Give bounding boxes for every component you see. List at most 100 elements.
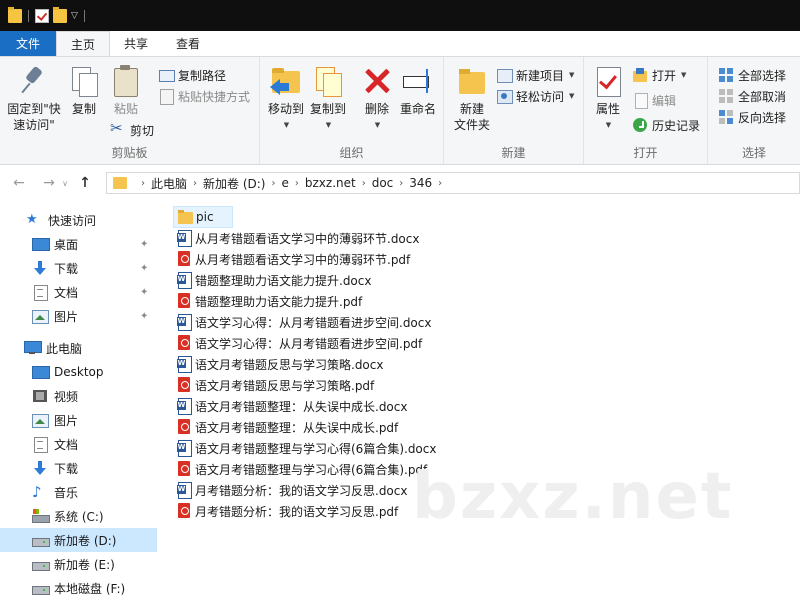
chevron-down-icon[interactable]: ∨ — [60, 172, 70, 194]
cut-button[interactable]: 剪切 — [110, 119, 154, 140]
chevron-right-icon[interactable]: › — [432, 178, 448, 189]
paste-shortcut-button[interactable]: 粘贴快捷方式 — [158, 86, 250, 106]
list-item[interactable]: 语文月考错题整理与学习心得(6篇合集).docx — [173, 437, 440, 459]
new-folder-button[interactable]: 新建 文件夹 — [450, 65, 494, 133]
properties-icon — [592, 65, 624, 97]
edit-button[interactable]: 编辑 — [632, 90, 676, 110]
open-button[interactable]: 打开 ▼ — [632, 65, 686, 85]
ribbon-tabs: 文件 主页 共享 查看 — [0, 31, 800, 56]
word-document-icon — [177, 272, 192, 289]
pin-to-quick-access-button[interactable]: 固定到"快 速访问" — [6, 65, 62, 133]
breadcrumb-segment[interactable]: doc — [372, 176, 394, 190]
pin-icon — [18, 65, 50, 97]
clipboard-group: 固定到"快 速访问" 复制 粘贴 复制路径 粘贴快捷方式 剪切 剪贴板 — [0, 57, 260, 164]
select-none-button[interactable]: 全部取消 — [718, 86, 786, 106]
tab-file[interactable]: 文件 — [0, 31, 57, 56]
sidebar-item-drive-d[interactable]: 新加卷 (D:) — [0, 528, 157, 552]
chevron-right-icon[interactable]: › — [265, 178, 281, 189]
copy-to-icon — [312, 65, 344, 97]
chevron-right-icon[interactable]: › — [356, 178, 372, 189]
copy-path-icon — [158, 67, 175, 83]
invert-selection-button[interactable]: 反向选择 — [718, 107, 786, 127]
back-arrow-icon[interactable]: ← — [8, 172, 30, 194]
breadcrumb-segment[interactable]: e — [281, 176, 288, 190]
sidebar-item-drive-f[interactable]: 本地磁盘 (F:) — [0, 576, 157, 600]
new-item-button[interactable]: 新建项目 ▼ — [496, 65, 574, 85]
breadcrumb-segment[interactable]: 此电脑 — [151, 175, 187, 192]
list-item[interactable]: 语文月考错题整理：从失误中成长.pdf — [173, 416, 402, 438]
properties-button[interactable]: 属性 ▼ — [590, 65, 626, 133]
list-item[interactable]: 从月考错题看语文学习中的薄弱环节.pdf — [173, 248, 414, 270]
scissors-icon — [110, 119, 126, 138]
sidebar-item-documents-pc[interactable]: 文档 — [0, 432, 157, 456]
rename-button[interactable]: 重命名 — [396, 65, 440, 117]
breadcrumb-segment[interactable]: 346 — [409, 176, 432, 190]
move-to-button[interactable]: 移动到 ▼ — [266, 65, 306, 133]
list-item[interactable]: 错题整理助力语文能力提升.pdf — [173, 290, 366, 312]
sidebar-item-videos[interactable]: 视频 — [0, 384, 157, 408]
list-item[interactable]: 月考错题分析：我的语文学习反思.docx — [173, 479, 411, 501]
sidebar-item-quick-access[interactable]: ★ 快速访问 — [0, 208, 157, 232]
paste-button[interactable]: 粘贴 — [108, 65, 144, 117]
toolbar-divider — [28, 9, 29, 22]
copy-button[interactable]: 复制 — [66, 65, 102, 117]
system-drive-icon — [32, 509, 50, 523]
list-item[interactable]: 月考错题分析：我的语文学习反思.pdf — [173, 500, 402, 522]
select-all-button[interactable]: 全部选择 — [718, 65, 786, 85]
list-item[interactable]: 语文月考错题整理与学习心得(6篇合集).pdf — [173, 458, 431, 480]
sidebar-item-downloads-pc[interactable]: 下载 — [0, 456, 157, 480]
list-item[interactable]: 错题整理助力语文能力提升.docx — [173, 269, 375, 291]
document-icon — [32, 437, 48, 453]
chevron-down-icon[interactable]: ▽ — [71, 11, 78, 21]
tab-share[interactable]: 共享 — [110, 31, 162, 56]
chevron-right-icon[interactable]: › — [135, 178, 151, 189]
sidebar-item-documents[interactable]: 文档 ✦ — [0, 280, 157, 304]
desktop-icon — [32, 365, 50, 379]
new-group: 新建 文件夹 新建项目 ▼ 轻松访问 ▼ 新建 — [444, 57, 584, 164]
chevron-right-icon[interactable]: › — [393, 178, 409, 189]
pin-icon: ✦ — [140, 238, 149, 250]
folder-icon[interactable] — [8, 6, 22, 23]
pin-icon: ✦ — [140, 310, 149, 322]
list-item[interactable]: 语文月考错题反思与学习策略.pdf — [173, 374, 378, 396]
history-button[interactable]: 历史记录 — [632, 115, 700, 135]
sidebar-item-this-pc[interactable]: 此电脑 — [0, 336, 157, 360]
list-item[interactable]: 从月考错题看语文学习中的薄弱环节.docx — [173, 227, 423, 249]
sidebar-item-pictures-pc[interactable]: 图片 — [0, 408, 157, 432]
word-document-icon — [177, 440, 192, 457]
list-item[interactable]: 语文月考错题整理：从失误中成长.docx — [173, 395, 411, 417]
sidebar-item-desktop[interactable]: 桌面 ✦ — [0, 232, 157, 256]
chevron-right-icon[interactable]: › — [187, 178, 203, 189]
list-item[interactable]: 语文学习心得：从月考错题看进步空间.docx — [173, 311, 435, 333]
sidebar-item-music[interactable]: ♪ 音乐 — [0, 480, 157, 504]
address-bar[interactable]: › 此电脑 › 新加卷 (D:) › e › bzxz.net › doc › … — [106, 172, 800, 194]
word-document-icon — [177, 482, 192, 499]
sidebar-item-downloads[interactable]: 下载 ✦ — [0, 256, 157, 280]
pin-icon: ✦ — [140, 286, 149, 298]
new-folder-icon[interactable] — [53, 6, 67, 23]
word-document-icon — [177, 230, 192, 247]
toolbar-divider — [83, 9, 85, 22]
delete-button[interactable]: 删除 ▼ — [360, 65, 394, 133]
copy-path-button[interactable]: 复制路径 — [158, 65, 226, 85]
list-item[interactable]: 语文学习心得：从月考错题看进步空间.pdf — [173, 332, 426, 354]
sidebar-item-pictures[interactable]: 图片 ✦ — [0, 304, 157, 328]
sidebar-item-drive-e[interactable]: 新加卷 (E:) — [0, 552, 157, 576]
document-icon — [32, 285, 48, 301]
forward-arrow-icon[interactable]: → — [38, 172, 60, 194]
word-document-icon — [177, 356, 192, 373]
up-arrow-icon[interactable]: ↑ — [74, 172, 96, 194]
breadcrumb-segment[interactable]: bzxz.net — [305, 176, 356, 190]
chevron-right-icon[interactable]: › — [289, 178, 305, 189]
picture-icon — [32, 413, 49, 428]
tab-view[interactable]: 查看 — [162, 31, 214, 56]
copy-to-button[interactable]: 复制到 ▼ — [308, 65, 348, 133]
tab-home[interactable]: 主页 — [56, 31, 111, 56]
properties-icon[interactable] — [35, 8, 49, 23]
sidebar-item-drive-c[interactable]: 系统 (C:) — [0, 504, 157, 528]
list-item[interactable]: 语文月考错题反思与学习策略.docx — [173, 353, 387, 375]
easy-access-button[interactable]: 轻松访问 ▼ — [496, 86, 574, 106]
sidebar-item-desktop-folder[interactable]: Desktop — [0, 360, 157, 384]
breadcrumb-segment[interactable]: 新加卷 (D:) — [203, 175, 265, 192]
list-item[interactable]: pic — [173, 206, 233, 228]
